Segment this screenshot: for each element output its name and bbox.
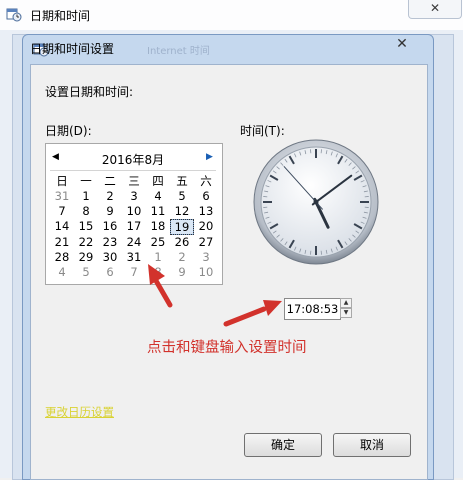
change-calendar-settings-link[interactable]: 更改日历设置 [45,404,114,420]
annotation-arrow-calendar [148,264,170,305]
ok-button[interactable]: 确定 [244,433,322,457]
annotation-hint-text: 点击和键盘输入设置时间 [147,336,307,357]
annotation-arrow-time [226,300,282,324]
cancel-button[interactable]: 取消 [333,433,411,457]
